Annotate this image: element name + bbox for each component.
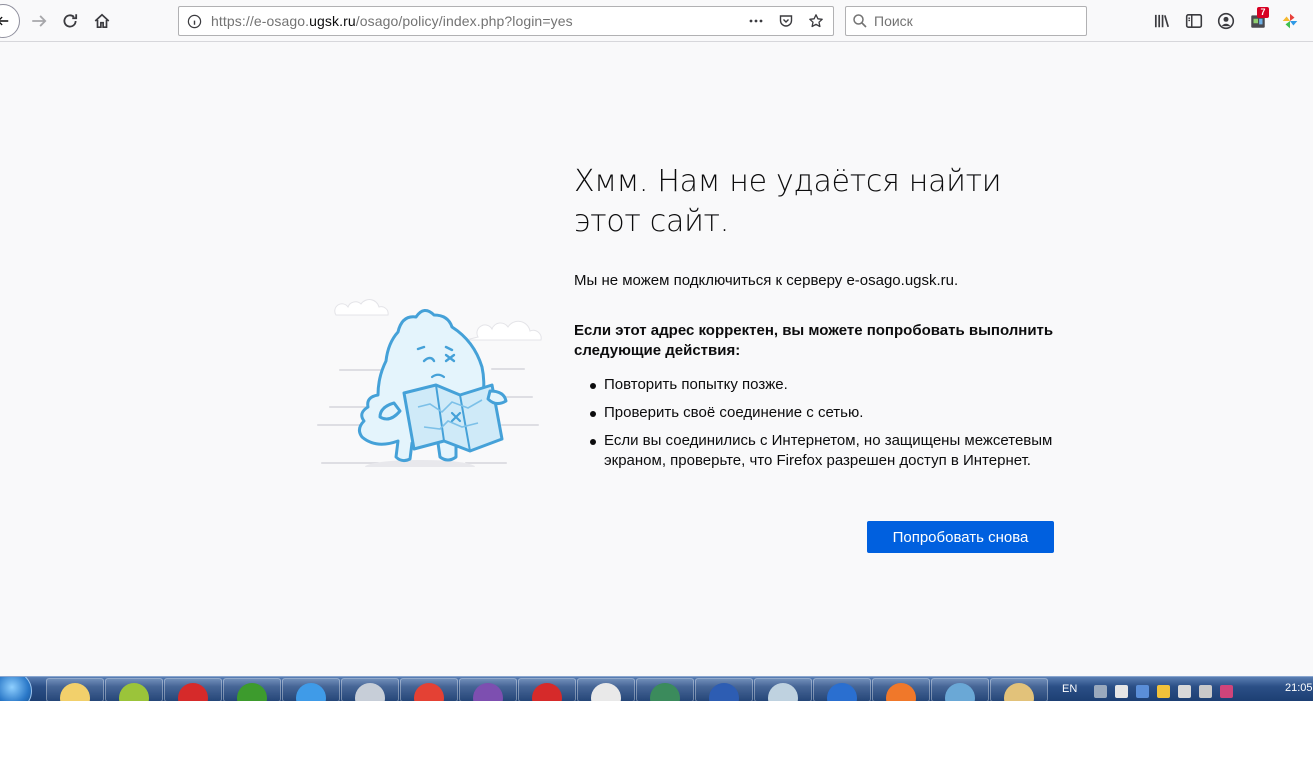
error-title: Хмм. Нам не удаётся найти этот сайт. [574, 164, 1002, 239]
suggestion-item: Проверить своё соединение с сетью. [574, 403, 1064, 423]
url-bar[interactable]: https://e-osago.ugsk.ru/osago/policy/ind… [178, 6, 834, 36]
firefox-icon [886, 683, 916, 701]
taskbar-item-chrome[interactable] [400, 678, 458, 701]
taskbar-item-word[interactable] [695, 678, 753, 701]
7-zip-icon [119, 683, 149, 701]
taskbar-item-notes[interactable] [754, 678, 812, 701]
search-input[interactable] [874, 13, 1074, 29]
viber-icon [473, 683, 503, 701]
opera-icon [532, 683, 562, 701]
language-indicator[interactable]: EN [1062, 683, 1077, 695]
library-icon [1154, 14, 1169, 28]
taskbar-item-utorrent[interactable] [223, 678, 281, 701]
home-icon [94, 13, 110, 29]
taskbar-item-folder[interactable] [46, 678, 104, 701]
try-again-button[interactable]: Попробовать снова [867, 521, 1054, 553]
suggestion-item: Повторить попытку позже. [574, 375, 1064, 395]
taskbar-item-chrome-beta[interactable] [636, 678, 694, 701]
star-icon [809, 14, 823, 28]
arrow-right-icon [32, 15, 47, 27]
image-viewer-icon [945, 683, 975, 701]
url-prefix: https://e-osago. [211, 13, 310, 29]
tray-device-icon[interactable] [1178, 685, 1191, 698]
taskbar-clock[interactable]: 21:05 [1285, 682, 1313, 694]
url-suffix: /osago/policy/index.php?login=yes [355, 13, 573, 29]
taskbar-item-7-zip[interactable] [105, 678, 163, 701]
taskbar-item-internet-explorer[interactable] [282, 678, 340, 701]
suggestions-list: Повторить попытку позже. Проверить своё … [574, 375, 1064, 471]
more-dots-icon [749, 19, 763, 23]
osago-icon [591, 683, 621, 701]
pinwheel-icon [1282, 13, 1298, 29]
error-page: Хмм. Нам не удаётся найти этот сайт. Мы … [0, 42, 1313, 676]
teamviewer-icon [827, 683, 857, 701]
internet-explorer-icon [296, 683, 326, 701]
pocket-button[interactable] [773, 8, 799, 34]
system-tray: EN 21:05 [1050, 677, 1313, 701]
chrome-icon [414, 683, 444, 701]
start-button[interactable] [0, 677, 32, 701]
page-actions-button[interactable] [743, 8, 769, 34]
colorful-extension-button[interactable] [1274, 6, 1306, 36]
taskbar-items [46, 678, 1048, 701]
url-domain: ugsk.ru [309, 13, 356, 29]
calculator-icon [355, 683, 385, 701]
sidebar-icon [1185, 14, 1203, 28]
paint-icon [1004, 683, 1034, 701]
chrome-beta-icon [650, 683, 680, 701]
search-bar[interactable] [845, 6, 1087, 36]
forward-button[interactable] [24, 6, 54, 36]
library-button[interactable] [1146, 6, 1178, 36]
browser-toolbar: https://e-osago.ugsk.ru/osago/policy/ind… [0, 0, 1313, 42]
extension-badge: 7 [1257, 7, 1269, 18]
bookmark-star-button[interactable] [803, 8, 829, 34]
folder-icon [60, 683, 90, 701]
site-info-button[interactable] [181, 7, 207, 35]
taskbar-item-paint[interactable] [990, 678, 1048, 701]
info-icon [187, 14, 201, 28]
reload-icon [63, 14, 78, 28]
taskbar-item-image-viewer[interactable] [931, 678, 989, 701]
sidebar-button[interactable] [1178, 6, 1210, 36]
notes-icon [768, 683, 798, 701]
bluetooth-icon[interactable] [1136, 685, 1149, 698]
taskbar-item-opera[interactable] [518, 678, 576, 701]
url-text[interactable]: https://e-osago.ugsk.ru/osago/policy/ind… [211, 13, 573, 29]
pocket-icon [779, 15, 793, 27]
suggestion-item: Если вы соединились с Интернетом, но защ… [574, 431, 1064, 471]
taskbar-item-opera[interactable] [164, 678, 222, 701]
arrow-left-icon [0, 16, 9, 26]
windows-taskbar: EN 21:05 [0, 676, 1313, 701]
tray-clock-icon[interactable] [1094, 685, 1107, 698]
taskbar-item-viber[interactable] [459, 678, 517, 701]
lost-dinosaur-illustration [317, 299, 542, 467]
opera-icon [178, 683, 208, 701]
extension-button[interactable]: 7 [1242, 6, 1274, 36]
back-button[interactable] [0, 4, 20, 38]
taskbar-item-calculator[interactable] [341, 678, 399, 701]
taskbar-item-osago[interactable] [577, 678, 635, 701]
utorrent-icon [237, 683, 267, 701]
taskbar-item-teamviewer[interactable] [813, 678, 871, 701]
error-content: Хмм. Нам не удаётся найти этот сайт. Мы … [574, 162, 1074, 479]
account-icon [1217, 12, 1235, 30]
tray-network-icon[interactable] [1157, 685, 1170, 698]
tray-viber-icon[interactable] [1220, 685, 1233, 698]
search-icon [853, 14, 867, 28]
reload-button[interactable] [55, 6, 85, 36]
volume-icon[interactable] [1199, 685, 1212, 698]
taskbar-item-firefox[interactable] [872, 678, 930, 701]
word-icon [709, 683, 739, 701]
tray-flag-icon[interactable] [1115, 685, 1128, 698]
error-description: Мы не можем подключиться к серверу e-osa… [574, 272, 959, 289]
account-button[interactable] [1210, 6, 1242, 36]
suggestions-title: Если этот адрес корректен, вы можете поп… [574, 322, 1054, 359]
home-button[interactable] [87, 6, 117, 36]
